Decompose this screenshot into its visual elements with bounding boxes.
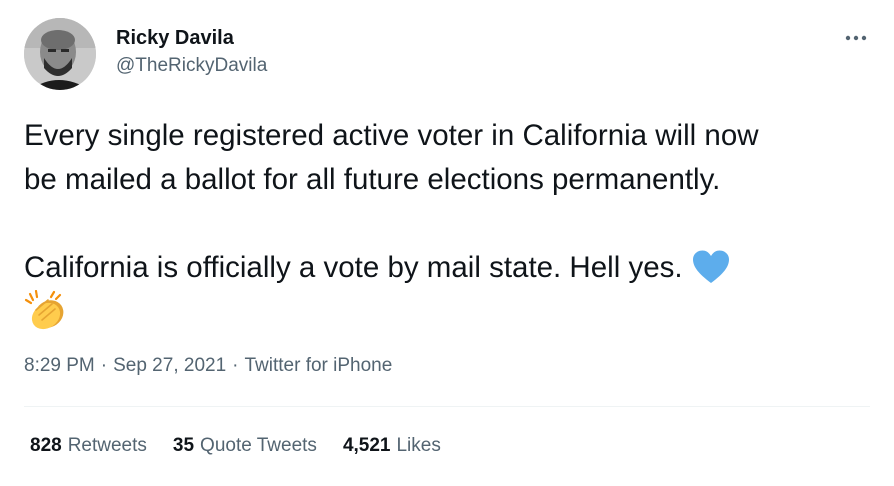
tweet-time[interactable]: 8:29 PM [24,355,95,376]
quote-tweets-label: Quote Tweets [200,435,317,456]
meta-separator: · [232,355,239,376]
tweet-line-3-wrapper: California is officially a vote by mail … [24,246,874,290]
divider [24,406,870,407]
author-display-name[interactable]: Ricky Davila [116,26,267,50]
tweet-stats: 828 Retweets 35 Quote Tweets 4,521 Likes [30,433,467,459]
tweet-text: Every single registered active voter in … [24,114,874,335]
tweet-card: Ricky Davila @TheRickyDavila Every singl… [0,0,894,486]
avatar[interactable] [24,18,96,90]
tweet-line-3: California is officially a vote by mail … [24,251,691,284]
quote-tweets-count: 35 [172,435,195,456]
likes-stat[interactable]: 4,521 Likes [343,433,441,459]
meta-separator: · [100,355,108,376]
tweet-line-4 [24,290,874,335]
tweet-source[interactable]: Twitter for iPhone [244,355,392,376]
more-options-button[interactable] [842,28,870,48]
more-dots-icon [845,35,867,41]
author-handle[interactable]: @TheRickyDavila [116,54,267,78]
quote-tweets-stat[interactable]: 35 Quote Tweets [173,433,317,459]
likes-label: Likes [396,435,441,456]
retweets-label: Retweets [67,435,147,456]
retweets-stat[interactable]: 828 Retweets [30,433,147,459]
tweet-date[interactable]: Sep 27, 2021 [113,355,226,376]
clapping-hands-icon [24,290,70,330]
tweet-meta: 8:29 PM · Sep 27, 2021 · Twitter for iPhone [24,353,392,379]
likes-count: 4,521 [342,435,391,456]
retweets-count: 828 [30,435,62,456]
author-names: Ricky Davila @TheRickyDavila [116,26,267,78]
tweet-line-1: Every single registered active voter in … [24,119,759,152]
blue-heart-icon [691,249,731,285]
avatar-image [24,18,96,90]
tweet-line-2: be mailed a ballot for all future electi… [24,163,721,196]
tweet-header: Ricky Davila @TheRickyDavila [24,18,870,90]
